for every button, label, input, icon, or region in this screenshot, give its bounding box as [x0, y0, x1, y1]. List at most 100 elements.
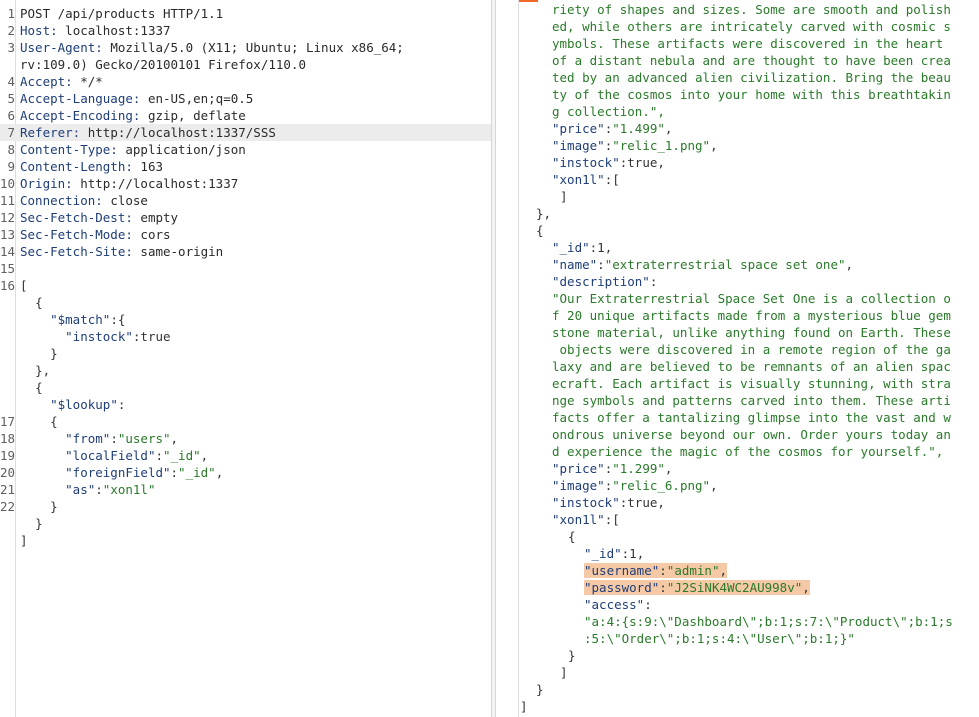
- response-line[interactable]: laxy and are believed to be remnants of …: [496, 358, 979, 375]
- json-string: "users": [117, 431, 171, 446]
- request-header-line[interactable]: 2 Host: localhost:1337: [0, 22, 491, 39]
- header-text: Content-Length: 163: [20, 158, 163, 175]
- request-header-line[interactable]: 5 Accept-Language: en-US,en;q=0.5: [0, 90, 491, 107]
- response-line[interactable]: ecraft. Each artifact is visually stunni…: [496, 375, 979, 392]
- response-line[interactable]: "username":"admin",: [496, 562, 979, 579]
- response-line[interactable]: "instock":true,: [496, 494, 979, 511]
- json-punct: ,: [719, 563, 728, 578]
- response-line[interactable]: ed, while others are intricately carved …: [496, 18, 979, 35]
- request-body-line[interactable]: "$lookup":: [0, 396, 491, 413]
- request-header-line[interactable]: 13 Sec-Fetch-Mode: cors: [0, 226, 491, 243]
- response-line[interactable]: "password":"J2SiNK4WC2AU998v",: [496, 579, 979, 596]
- header-name: Accept-Language:: [20, 91, 141, 106]
- response-line[interactable]: "xon1l":[: [496, 511, 979, 528]
- request-header-line[interactable]: 3 User-Agent: Mozilla/5.0 (X11; Ubuntu; L…: [0, 39, 491, 56]
- request-editor-pane[interactable]: 1 POST /api/products HTTP/1.1 2 Host: local…: [0, 0, 491, 717]
- response-text-line: ecraft. Each artifact is visually stunni…: [552, 375, 951, 392]
- response-text-line: ymbols. These artifacts were discovered …: [552, 35, 951, 52]
- request-header-line[interactable]: 4 Accept: */*: [0, 73, 491, 90]
- response-line[interactable]: stone material, unlike anything found on…: [496, 324, 979, 341]
- json-punct: ,: [604, 240, 613, 255]
- response-line[interactable]: "image":"relic_6.png",: [496, 477, 979, 494]
- response-line[interactable]: objects were discovered in a remote regi…: [496, 341, 979, 358]
- response-line[interactable]: {: [496, 528, 979, 545]
- response-line[interactable]: "xon1l":[: [496, 171, 979, 188]
- response-line[interactable]: "access":: [496, 596, 979, 613]
- header-text: Accept-Encoding: gzip, deflate: [20, 107, 246, 124]
- response-line[interactable]: of a distant nebula and are thought to h…: [496, 52, 979, 69]
- request-header-line[interactable]: 14 Sec-Fetch-Site: same-origin: [0, 243, 491, 260]
- request-header-line[interactable]: 10 Origin: http://localhost:1337: [0, 175, 491, 192]
- request-header-line[interactable]: 15: [0, 260, 491, 277]
- request-header-line[interactable]: 9 Content-Length: 163: [0, 158, 491, 175]
- response-line[interactable]: ]: [496, 188, 979, 205]
- response-line[interactable]: ymbols. These artifacts were discovered …: [496, 35, 979, 52]
- json-key: "name": [552, 257, 598, 272]
- response-line[interactable]: "price":"1.299",: [496, 460, 979, 477]
- response-line[interactable]: "name":"extraterrestrial space set one",: [496, 256, 979, 273]
- response-line[interactable]: "a:4:{s:9:\"Dashboard\";b:1;s:7:\"Produc…: [496, 613, 979, 630]
- request-body-line[interactable]: 21 "as":"xon1l": [0, 481, 491, 498]
- request-body-line[interactable]: 16 [: [0, 277, 491, 294]
- response-text-line: "price":"1.299",: [552, 460, 672, 477]
- response-line[interactable]: facts offer a tantalizing glimpse into t…: [496, 409, 979, 426]
- response-line[interactable]: ]: [496, 698, 979, 715]
- response-line[interactable]: "instock":true,: [496, 154, 979, 171]
- response-line[interactable]: nge symbols and patterns carved into the…: [496, 392, 979, 409]
- body-text: "instock":true: [20, 328, 170, 345]
- request-body-line[interactable]: "$match":{: [0, 311, 491, 328]
- header-value: cors: [132, 227, 171, 242]
- json-punct: ,: [664, 461, 673, 476]
- response-line[interactable]: ted by an advanced alien civilization. B…: [496, 69, 979, 86]
- request-body-line[interactable]: {: [0, 294, 491, 311]
- response-line[interactable]: "description":: [496, 273, 979, 290]
- request-body-line[interactable]: 18 "from":"users",: [0, 430, 491, 447]
- response-line[interactable]: }: [496, 647, 979, 664]
- request-header-line[interactable]: 1 POST /api/products HTTP/1.1: [0, 5, 491, 22]
- request-body-line[interactable]: 22 }: [0, 498, 491, 515]
- response-line[interactable]: g collection.",: [496, 103, 979, 120]
- request-header-line[interactable]: rv:109.0) Gecko/20100101 Firefox/110.0: [0, 56, 491, 73]
- request-body-line[interactable]: 19 "localField":"_id",: [0, 447, 491, 464]
- response-line[interactable]: d experience the magic of the cosmos for…: [496, 443, 979, 460]
- request-header-line[interactable]: 12 Sec-Fetch-Dest: empty: [0, 209, 491, 226]
- request-body-line[interactable]: "instock":true: [0, 328, 491, 345]
- header-name: Origin:: [20, 176, 73, 191]
- request-body-line[interactable]: }: [0, 515, 491, 532]
- response-text-line: ted by an advanced alien civilization. B…: [552, 69, 951, 86]
- response-line[interactable]: }: [496, 681, 979, 698]
- response-line[interactable]: "image":"relic_1.png",: [496, 137, 979, 154]
- response-line[interactable]: "price":"1.499",: [496, 120, 979, 137]
- request-body-line[interactable]: }: [0, 345, 491, 362]
- request-body-line[interactable]: 17 {: [0, 413, 491, 430]
- response-line[interactable]: "_id":1,: [496, 545, 979, 562]
- json-punct: ]: [560, 189, 568, 204]
- response-line[interactable]: "_id":1,: [496, 239, 979, 256]
- response-text-line: "access":: [584, 596, 652, 613]
- request-body-line[interactable]: 20 "foreignField":"_id",: [0, 464, 491, 481]
- request-header-line[interactable]: 11 Connection: close: [0, 192, 491, 209]
- response-line[interactable]: },: [496, 205, 979, 222]
- body-text: {: [20, 294, 43, 311]
- json-string: "relic_6.png": [612, 478, 711, 493]
- response-line[interactable]: "Our Extraterrestrial Space Set One is a…: [496, 290, 979, 307]
- response-viewer-pane[interactable]: riety of shapes and sizes. Some are smoo…: [496, 0, 979, 717]
- response-line[interactable]: :5:\"Order\";b:1;s:4:\"User\";b:1;}": [496, 630, 979, 647]
- response-line[interactable]: f 20 unique artifacts made from a myster…: [496, 307, 979, 324]
- response-line[interactable]: riety of shapes and sizes. Some are smoo…: [496, 1, 979, 18]
- header-text: Sec-Fetch-Mode: cors: [20, 226, 171, 243]
- response-line[interactable]: ty of the cosmos into your home with thi…: [496, 86, 979, 103]
- request-body-line[interactable]: ]: [0, 532, 491, 549]
- response-line[interactable]: ondrous universe beyond our own. Order y…: [496, 426, 979, 443]
- request-body-line[interactable]: {: [0, 379, 491, 396]
- request-header-line[interactable]: 7 Referer: http://localhost:1337/SSS: [0, 124, 491, 141]
- request-header-line[interactable]: 8 Content-Type: application/json: [0, 141, 491, 158]
- request-body-line[interactable]: },: [0, 362, 491, 379]
- response-line[interactable]: {: [496, 222, 979, 239]
- response-line[interactable]: ]: [496, 664, 979, 681]
- response-text-line: f 20 unique artifacts made from a myster…: [552, 307, 951, 324]
- request-header-line[interactable]: 6 Accept-Encoding: gzip, deflate: [0, 107, 491, 124]
